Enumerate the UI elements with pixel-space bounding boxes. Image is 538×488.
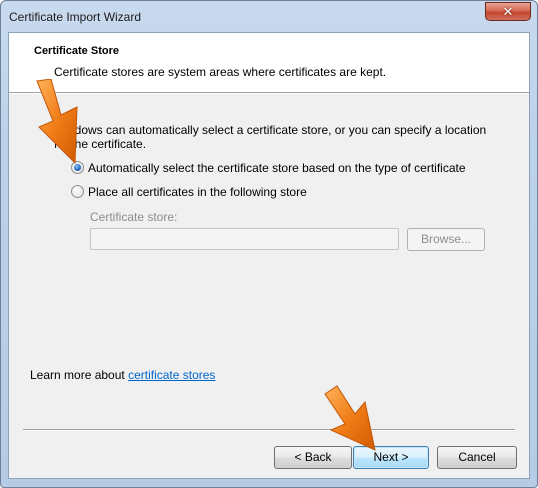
- certificate-store-label: Certificate store:: [90, 210, 178, 224]
- certificate-import-wizard-window: Certificate Import Wizard ✕ Certificate …: [0, 0, 538, 488]
- learn-more-prefix: Learn more about: [30, 368, 129, 382]
- footer-divider: [23, 429, 515, 431]
- wizard-page: Certificate Store Certificate stores are…: [8, 32, 530, 479]
- learn-more: Learn more about certificate stores: [30, 368, 215, 382]
- browse-button: Browse...: [407, 228, 485, 251]
- radio-auto-select-label[interactable]: Automatically select the certificate sto…: [88, 161, 466, 175]
- window-title: Certificate Import Wizard: [9, 10, 142, 24]
- page-title: Certificate Store: [34, 45, 119, 57]
- description-text: Windows can automatically select a certi…: [54, 123, 487, 151]
- header-divider: [9, 92, 529, 94]
- radio-button-unchecked[interactable]: [71, 185, 84, 198]
- next-button[interactable]: Next >: [353, 446, 429, 469]
- cancel-button[interactable]: Cancel: [437, 446, 517, 469]
- radio-button-checked[interactable]: [71, 161, 84, 174]
- close-icon: ✕: [502, 4, 514, 19]
- certificate-store-field: [90, 228, 399, 250]
- certificate-stores-link[interactable]: certificate stores: [128, 368, 215, 382]
- page-subtitle: Certificate stores are system areas wher…: [54, 65, 387, 79]
- wizard-header: Certificate Store Certificate stores are…: [9, 33, 529, 92]
- back-button[interactable]: < Back: [274, 446, 352, 469]
- radio-place-in-store-label[interactable]: Place all certificates in the following …: [88, 185, 307, 199]
- close-button[interactable]: ✕: [485, 2, 531, 21]
- title-bar: Certificate Import Wizard ✕: [1, 1, 537, 33]
